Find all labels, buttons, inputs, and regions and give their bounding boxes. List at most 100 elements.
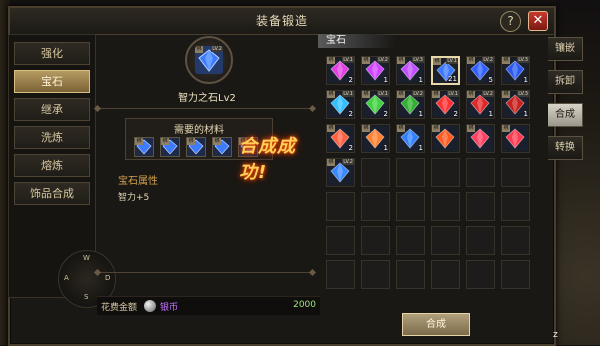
inventory-slot[interactable]: 绑 LV.2 <box>326 158 355 187</box>
side-tab[interactable]: 镶嵌 <box>548 37 583 61</box>
inventory-slot[interactable] <box>466 158 495 187</box>
gem-quantity: 1 <box>383 144 388 152</box>
bound-badge: 绑 <box>467 91 475 98</box>
inventory-slot[interactable] <box>466 226 495 255</box>
compose-button[interactable]: 合成 <box>402 313 470 336</box>
inventory-slot[interactable]: 绑 LV.1 2 <box>431 90 460 119</box>
gem-quantity: 2 <box>348 144 353 152</box>
divider-top <box>97 108 313 109</box>
gem-quantity: 1 <box>383 76 388 84</box>
side-tab[interactable]: 拆卸 <box>548 70 583 94</box>
inventory-slot[interactable] <box>501 158 530 187</box>
gem-level: LV.1 <box>342 57 354 63</box>
inventory-slot[interactable]: 绑 LV.1 21 <box>431 56 460 85</box>
side-tab[interactable]: 转换 <box>548 136 583 160</box>
menu-item[interactable]: 宝石 <box>14 70 90 93</box>
success-text: 合成成功! <box>239 136 296 183</box>
inventory-slot[interactable]: 绑2 <box>326 124 355 153</box>
inventory-slot[interactable]: 绑 LV.2 5 <box>466 56 495 85</box>
cost-row: 花费金额 银币 2000 <box>97 296 320 315</box>
inventory-slot[interactable]: 绑 LV.2 1 <box>396 90 425 119</box>
gem-quantity: 2 <box>383 110 388 118</box>
bound-badge: 绑 <box>502 125 510 132</box>
inventory-slot[interactable]: 绑 LV.1 2 <box>326 90 355 119</box>
material-gem-slot[interactable]: 绑 <box>134 137 154 157</box>
inventory-slot[interactable]: 绑 <box>466 124 495 153</box>
inventory-slot[interactable] <box>431 260 460 289</box>
inventory-slot[interactable] <box>361 192 390 221</box>
gem-quantity: 5 <box>488 76 493 84</box>
bound-badge: 绑 <box>187 138 195 145</box>
titlebar: 装备锻造 ? ✕ <box>10 8 554 35</box>
gem-level: LV.2 <box>482 57 494 63</box>
inventory-slot[interactable] <box>326 260 355 289</box>
inventory-slot[interactable] <box>501 192 530 221</box>
menu-item[interactable]: 继承 <box>14 98 90 121</box>
inventory-slot[interactable]: 绑 LV.1 2 <box>326 56 355 85</box>
bound-badge: 绑 <box>397 125 405 132</box>
gem-quantity: 1 <box>418 144 423 152</box>
inventory-slot[interactable] <box>466 260 495 289</box>
inventory-slot[interactable] <box>466 192 495 221</box>
bound-badge: 绑 <box>327 57 335 64</box>
inventory-slot[interactable] <box>431 158 460 187</box>
inventory-slot[interactable] <box>361 226 390 255</box>
inventory-slot[interactable]: 绑 <box>501 124 530 153</box>
inventory-slot[interactable]: 绑 LV.2 1 <box>466 90 495 119</box>
inventory-slot[interactable]: 绑1 <box>396 124 425 153</box>
gem-level: LV.3 <box>412 57 424 63</box>
inventory-tab-gem[interactable]: 宝石 <box>318 34 396 48</box>
inventory-slot[interactable]: 绑1 <box>361 124 390 153</box>
gem-level: LV.1 <box>342 91 354 97</box>
inventory-slot[interactable]: 绑 <box>431 124 460 153</box>
gem-level: LV.1 <box>447 91 459 97</box>
gem-quantity: 1 <box>418 110 423 118</box>
inventory-slot[interactable] <box>396 226 425 255</box>
gem-inventory-grid: 绑 LV.1 2 绑 LV.2 1 绑 LV.3 1 绑 LV.1 21 绑 LV.2 5 绑 LV.3 1 绑 LV… <box>326 56 536 304</box>
inventory-slot[interactable]: 绑 LV.3 1 <box>501 56 530 85</box>
inventory-slot[interactable]: 绑 LV.3 1 <box>501 90 530 119</box>
target-gem-frame[interactable]: 绑 LV.2 <box>185 36 233 84</box>
joystick-up: W <box>83 254 90 262</box>
menu-item[interactable]: 强化 <box>14 42 90 65</box>
inventory-slot[interactable] <box>326 192 355 221</box>
bound-badge: 绑 <box>213 138 221 145</box>
menu-item[interactable]: 饰品合成 <box>14 182 90 205</box>
inventory-slot[interactable] <box>361 158 390 187</box>
bound-badge: 绑 <box>135 138 143 145</box>
material-gem-slot[interactable]: 绑 <box>212 137 232 157</box>
inventory-slot[interactable] <box>501 226 530 255</box>
inventory-slot[interactable]: 绑 LV.3 1 <box>396 56 425 85</box>
close-button[interactable]: ✕ <box>528 11 548 31</box>
inventory-slot[interactable] <box>361 260 390 289</box>
menu-item[interactable]: 洗炼 <box>14 126 90 149</box>
inventory-slot[interactable] <box>431 226 460 255</box>
bound-badge: 绑 <box>362 57 370 64</box>
bound-badge: 绑 <box>502 57 510 64</box>
inventory-slot[interactable]: 绑 LV.1 2 <box>361 90 390 119</box>
gem-level: LV.3 <box>517 91 529 97</box>
gem-attribute-value: 智力+5 <box>118 193 150 203</box>
gem-level: LV.3 <box>517 57 529 63</box>
bound-badge: 绑 <box>397 91 405 98</box>
gem-level: LV.2 <box>211 46 223 52</box>
inventory-slot[interactable] <box>326 226 355 255</box>
inventory-slot[interactable] <box>396 158 425 187</box>
hotkey-z: Z <box>553 331 558 339</box>
bound-badge: 绑 <box>161 138 169 145</box>
gem-attributes-title: 宝石属性 <box>118 176 158 187</box>
inventory-slot[interactable] <box>396 260 425 289</box>
silver-coin-icon <box>144 300 156 312</box>
menu-item[interactable]: 熔炼 <box>14 154 90 177</box>
material-gem-slot[interactable]: 绑 <box>186 137 206 157</box>
bound-badge: 绑 <box>195 46 203 53</box>
inventory-slot[interactable] <box>431 192 460 221</box>
inventory-slot[interactable] <box>501 260 530 289</box>
gem-quantity: 1 <box>523 76 528 84</box>
inventory-slot[interactable] <box>396 192 425 221</box>
material-gem-slot[interactable]: 绑 <box>160 137 180 157</box>
gem-quantity: 1 <box>418 76 423 84</box>
side-tab[interactable]: 合成 <box>548 103 583 127</box>
inventory-slot[interactable]: 绑 LV.2 1 <box>361 56 390 85</box>
help-button[interactable]: ? <box>500 11 521 32</box>
